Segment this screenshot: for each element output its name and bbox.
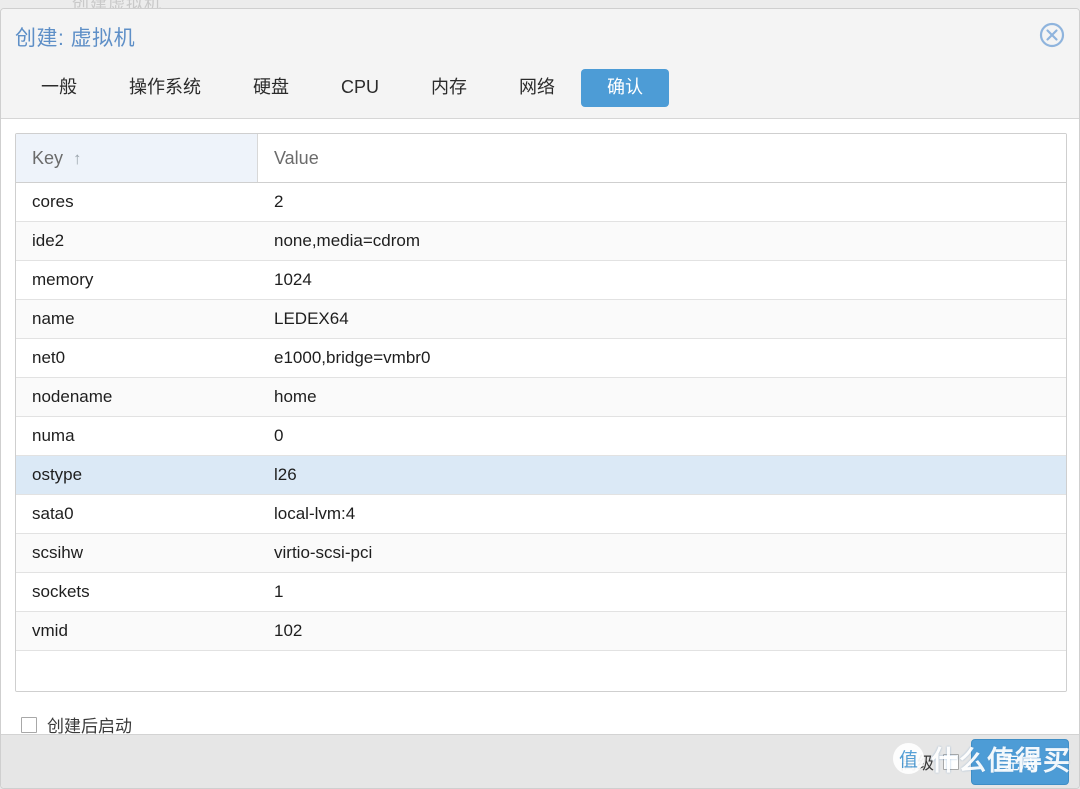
table-row[interactable]: net0 e1000,bridge=vmbr0 xyxy=(16,339,1066,378)
grid-empty-cell-value xyxy=(258,651,1066,691)
table-row[interactable]: nodename home xyxy=(16,378,1066,417)
cell-key: numa xyxy=(32,426,75,445)
cell-key: sockets xyxy=(32,582,90,601)
grid-header-row: Key ↑ Value xyxy=(16,134,1066,183)
cell-value: e1000,bridge=vmbr0 xyxy=(274,348,431,367)
cell-key: ostype xyxy=(32,465,83,484)
confirmation-settings-grid: Key ↑ Value cores 2 ide2 none,media=cdrom me… xyxy=(15,133,1067,692)
dialog-title: 创建: 虚拟机 xyxy=(15,27,136,50)
cell-value: l26 xyxy=(274,465,297,484)
advanced-checkbox[interactable] xyxy=(943,753,959,770)
tab-7[interactable]: 确认 xyxy=(581,69,670,107)
tab-3[interactable]: 硬盘 xyxy=(227,69,315,107)
tab-2[interactable]: 操作系统 xyxy=(103,69,227,107)
column-header-key[interactable]: Key ↑ xyxy=(16,134,258,182)
cell-key: memory xyxy=(32,270,94,289)
cell-key: name xyxy=(32,309,75,328)
cell-key: ide2 xyxy=(32,231,65,250)
tab-5[interactable]: 内存 xyxy=(405,69,493,107)
cell-key: nodename xyxy=(32,387,113,406)
grid-empty-row xyxy=(16,651,1066,691)
table-row[interactable]: ostype l26 xyxy=(16,456,1066,495)
table-row[interactable]: numa 0 xyxy=(16,417,1066,456)
table-row[interactable]: memory 1024 xyxy=(16,261,1066,300)
table-row[interactable]: vmid 102 xyxy=(16,612,1066,651)
start-after-create-checkbox[interactable] xyxy=(21,716,37,733)
cell-value: 1024 xyxy=(274,270,312,289)
cell-value: local-lvm:4 xyxy=(274,504,356,523)
column-header-value-label: Value xyxy=(274,147,319,168)
cell-value: 2 xyxy=(274,192,284,211)
cell-value: none,media=cdrom xyxy=(274,231,421,250)
finish-button[interactable]: 完成 xyxy=(971,738,1069,785)
dialog-footer: 高级 完成 值 什么值得买 xyxy=(1,734,1079,788)
column-header-value[interactable]: Value xyxy=(258,134,1066,182)
grid-body: cores 2 ide2 none,media=cdrom memory 1024 name… xyxy=(16,183,1066,651)
tab-1[interactable]: 一般 xyxy=(15,69,103,107)
table-row[interactable]: cores 2 xyxy=(16,183,1066,222)
table-row[interactable]: sata0 local-lvm:4 xyxy=(16,495,1066,534)
cell-value: 1 xyxy=(274,582,284,601)
create-vm-dialog: 创建: 虚拟机 一般 操作系统 硬盘 CPU 内存 网络 确认 Key ↑ Value co… xyxy=(0,8,1080,789)
cell-key: net0 xyxy=(32,348,66,367)
cell-value: 102 xyxy=(274,621,303,640)
dialog-tab-bar: 一般 操作系统 硬盘 CPU 内存 网络 确认 xyxy=(15,69,670,107)
column-header-key-label: Key xyxy=(32,147,64,168)
table-row[interactable]: scsihw virtio-scsi-pci xyxy=(16,534,1066,573)
cell-key: cores xyxy=(32,192,74,211)
advanced-label: 高级 xyxy=(900,754,934,773)
cell-value: home xyxy=(274,387,317,406)
dialog-header: 创建: 虚拟机 一般 操作系统 硬盘 CPU 内存 网络 确认 xyxy=(1,9,1079,119)
cell-value: 0 xyxy=(274,426,284,445)
cell-value: LEDEX64 xyxy=(274,309,349,328)
table-row[interactable]: name LEDEX64 xyxy=(16,300,1066,339)
arrow-up-icon: ↑ xyxy=(73,148,82,168)
cell-key: sata0 xyxy=(32,504,74,523)
tab-6[interactable]: 网络 xyxy=(493,69,581,107)
table-row[interactable]: ide2 none,media=cdrom xyxy=(16,222,1066,261)
grid-empty-cell-key xyxy=(16,651,258,691)
table-row[interactable]: sockets 1 xyxy=(16,573,1066,612)
dialog-body: Key ↑ Value cores 2 ide2 none,media=cdrom me… xyxy=(1,119,1079,736)
cell-key: vmid xyxy=(32,621,68,640)
cell-key: scsihw xyxy=(32,543,84,562)
advanced-group: 高级 xyxy=(900,749,959,774)
close-icon[interactable] xyxy=(1038,21,1066,49)
cell-value: virtio-scsi-pci xyxy=(274,543,373,562)
tab-4[interactable]: CPU xyxy=(315,69,405,107)
